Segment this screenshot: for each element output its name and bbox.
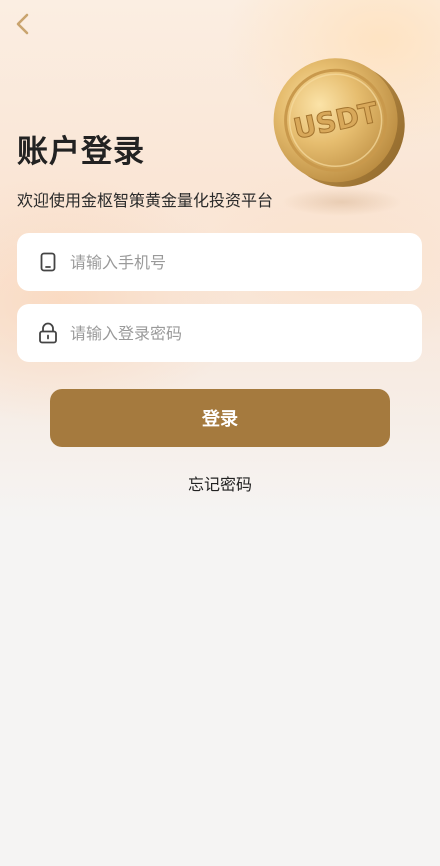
phone-input[interactable]: [70, 252, 390, 272]
forgot-password-link[interactable]: 忘记密码: [0, 471, 440, 495]
page-subtitle: 欢迎使用金枢智策黄金量化投资平台: [17, 191, 274, 210]
password-field[interactable]: [17, 304, 422, 362]
login-button[interactable]: 登录: [50, 389, 390, 447]
usdt-coin-icon: USDT: [262, 52, 412, 222]
lock-icon: [37, 322, 59, 344]
page-title: 账户登录: [17, 134, 145, 170]
password-input[interactable]: [70, 323, 390, 343]
login-page: USDT 账户登录 欢迎使用金枢智策黄金量化投资平台 登录 忘记密码: [0, 0, 440, 866]
phone-field[interactable]: [17, 233, 422, 291]
chevron-left-icon: [16, 13, 29, 35]
back-button[interactable]: [10, 10, 38, 38]
phone-icon: [37, 251, 59, 273]
